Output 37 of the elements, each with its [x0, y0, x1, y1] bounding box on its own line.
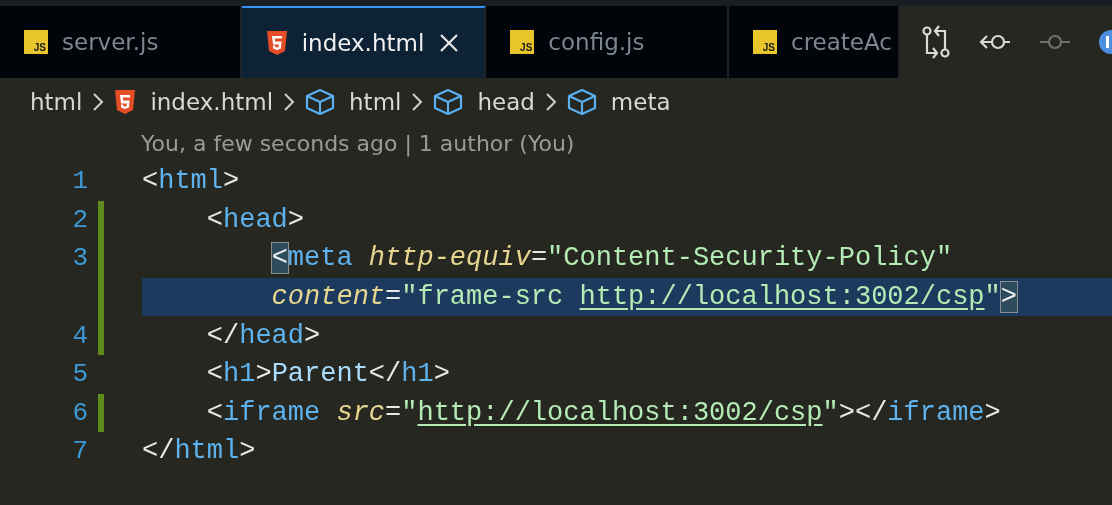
code-line: <head>: [205, 204, 305, 235]
compare-changes-icon[interactable]: [920, 25, 952, 59]
code-line: <h1>Parent</h1>: [205, 359, 450, 390]
chevron-icon: [544, 91, 557, 112]
breadcrumb-item[interactable]: meta: [610, 88, 671, 115]
code-line: <html>: [142, 166, 240, 197]
code-line: </head>: [205, 320, 321, 351]
line-number: 6: [71, 397, 88, 428]
badge-icon: [1098, 29, 1112, 55]
cube-icon: [305, 87, 336, 116]
line-number: 7: [71, 436, 88, 467]
line-number: 3: [71, 243, 88, 274]
breadcrumb-item[interactable]: head: [477, 88, 535, 115]
html-file-icon: [114, 88, 137, 115]
codelens-annotation[interactable]: You, a few seconds ago | 1 author (You): [141, 131, 575, 156]
code-line: </html>: [142, 436, 256, 467]
line-number: 5: [71, 359, 88, 390]
breadcrumb-item[interactable]: index.html: [150, 88, 274, 115]
breadcrumb-item[interactable]: html: [30, 88, 83, 115]
editor-tab[interactable]: index.html: [241, 6, 487, 78]
js-file-icon: JS: [24, 30, 48, 54]
cube-icon: [566, 87, 597, 116]
js-file-icon: JS: [510, 30, 535, 54]
line-number: 2: [71, 204, 88, 235]
close-icon[interactable]: [438, 32, 461, 54]
code-line: <meta http-equiv="Content-Security-Policy": [270, 243, 953, 274]
chevron-icon: [411, 91, 424, 112]
line-number: 4: [71, 320, 88, 351]
chevron-icon: [283, 91, 296, 112]
breadcrumb-item[interactable]: html: [349, 88, 402, 115]
chevron-icon: [92, 91, 105, 112]
html-file-icon: [265, 30, 288, 56]
code-line: <iframe src="http://localhost:3002/csp"></iframe>: [205, 397, 1001, 428]
code-line: content="frame-src http://localhost:3002/csp">: [270, 282, 1017, 313]
cube-icon: [433, 87, 464, 116]
line-number: 1: [71, 166, 88, 197]
js-file-icon: JS: [753, 30, 777, 54]
